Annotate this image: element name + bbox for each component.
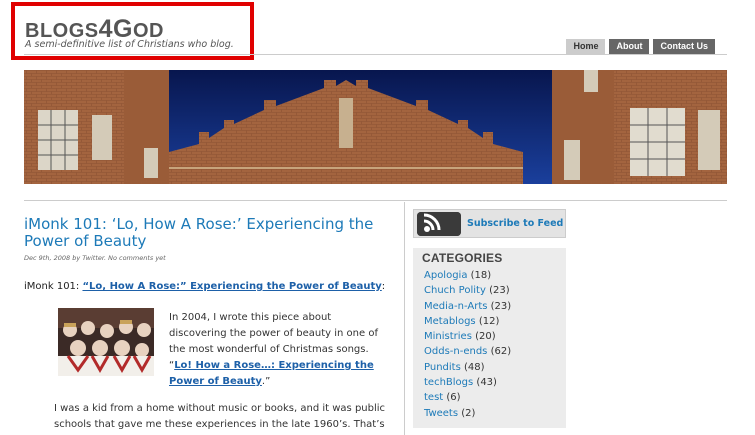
- category-link-media-n-arts[interactable]: Media-n-Arts: [424, 301, 487, 312]
- category-item: Media-n-Arts (23): [424, 300, 512, 312]
- category-link-test[interactable]: test: [424, 392, 443, 403]
- site-logo-highlight[interactable]: BLOGS4GOD A semi-definitive list of Chri…: [11, 2, 254, 60]
- category-link-pundits[interactable]: Pundits: [424, 362, 461, 373]
- nav-tab-about[interactable]: About: [609, 39, 650, 54]
- banner-divider: [24, 200, 727, 201]
- categories-list: Apologia (18) Chuch Polity (23) Media-n-…: [424, 268, 511, 421]
- nav-tab-home[interactable]: Home: [566, 39, 606, 54]
- category-item: techBlogs (43): [424, 377, 497, 389]
- category-link-ministries[interactable]: Ministries: [424, 331, 472, 342]
- post-body: I was a kid from a home without music or…: [54, 403, 386, 430]
- post-meta: Dec 9th, 2008 by Twitter. No comments ye…: [24, 254, 166, 262]
- post-title[interactable]: iMonk 101: ‘Lo, How A Rose:’ Experiencin…: [24, 216, 394, 250]
- subscribe-feed-button[interactable]: Subscribe to Feed: [413, 209, 566, 238]
- post-intro: iMonk 101: “Lo, How A Rose:” Experiencin…: [24, 281, 386, 292]
- category-link-chuch-polity[interactable]: Chuch Polity: [424, 285, 486, 296]
- category-item: Metablogs (12): [424, 315, 500, 327]
- quote-article-link[interactable]: Lo! How a Rose…: Experiencing the Power …: [169, 360, 374, 387]
- category-link-metablogs[interactable]: Metablogs: [424, 316, 476, 327]
- categories-widget: CATEGORIES Apologia (18) Chuch Polity (2…: [413, 248, 566, 428]
- subscribe-feed-label: Subscribe to Feed: [467, 218, 564, 229]
- category-item: Pundits (48): [424, 361, 485, 373]
- site-tagline: A semi-definitive list of Christians who…: [25, 39, 234, 50]
- category-item: Ministries (20): [424, 331, 496, 343]
- column-divider: [404, 202, 405, 435]
- main-nav: Home About Contact Us: [566, 39, 715, 54]
- post-quote: In 2004, I wrote this piece about discov…: [169, 312, 378, 387]
- nav-tab-contact[interactable]: Contact Us: [653, 39, 715, 54]
- blog-post: iMonk 101: ‘Lo, How A Rose:’ Experiencin…: [24, 216, 394, 431]
- category-item: Tweets (2): [424, 407, 476, 419]
- category-item: Chuch Polity (23): [424, 285, 510, 297]
- category-item: test (6): [424, 392, 461, 404]
- intro-article-link[interactable]: “Lo, How A Rose:” Experiencing the Power…: [82, 281, 381, 292]
- header-divider: [24, 54, 727, 55]
- category-link-odds-n-ends[interactable]: Odds-n-ends: [424, 346, 487, 357]
- category-link-apologia[interactable]: Apologia: [424, 270, 467, 281]
- category-item: Apologia (18): [424, 270, 492, 281]
- category-item: Odds-n-ends (62): [424, 346, 512, 358]
- categories-title: CATEGORIES: [422, 251, 503, 265]
- category-link-tweets[interactable]: Tweets: [424, 408, 458, 419]
- category-link-techblogs[interactable]: techBlogs: [424, 377, 473, 388]
- header-banner-image: [24, 70, 727, 184]
- rss-icon: [417, 212, 461, 236]
- choir-photo: [58, 308, 154, 376]
